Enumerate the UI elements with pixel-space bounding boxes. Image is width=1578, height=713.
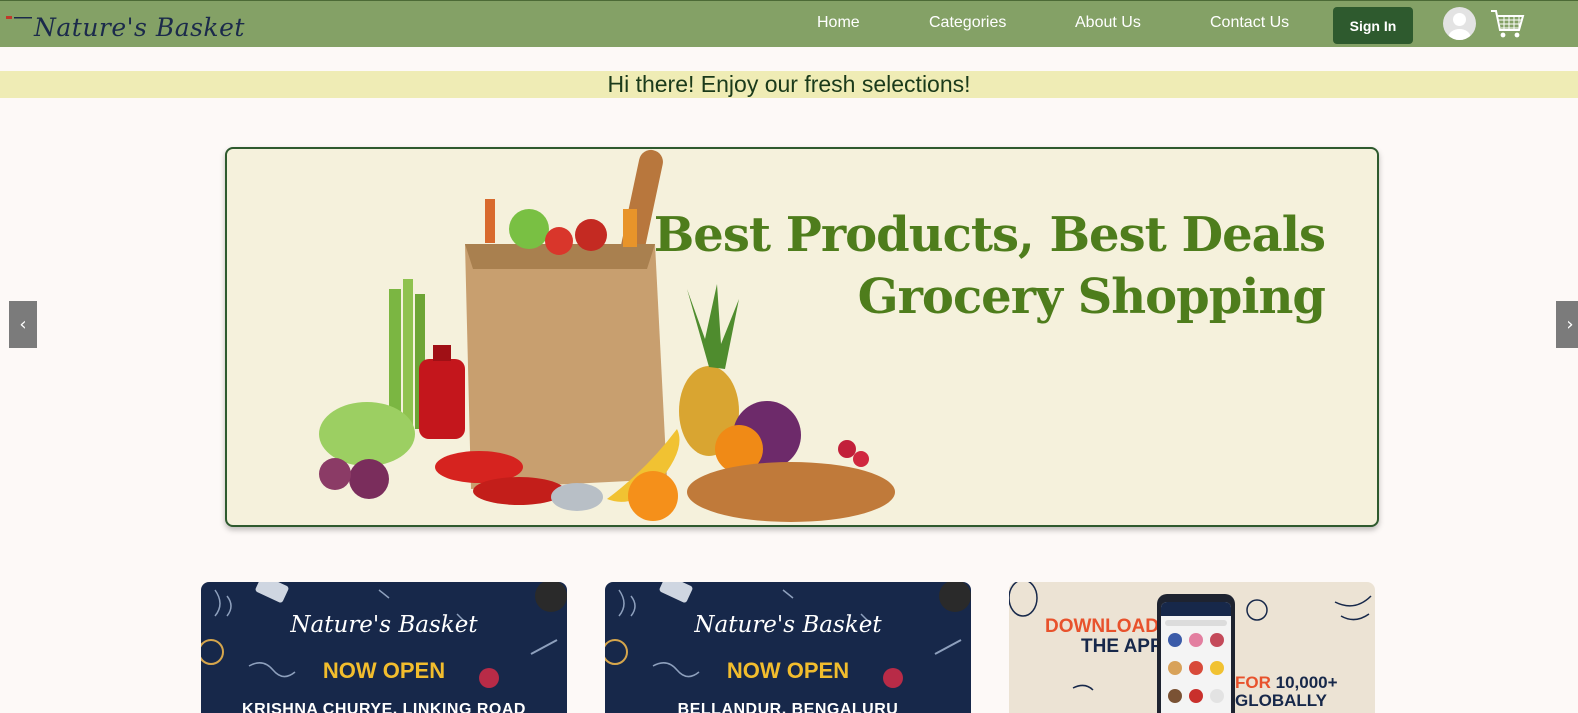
nav-link-categories[interactable]: Categories	[929, 14, 1006, 32]
download-tagline: FOR 10,000+ GLOBALLY	[1235, 674, 1338, 710]
promo-card-store-2[interactable]: Nature's Basket NOW OPEN BELLANDUR, BENG…	[605, 582, 971, 713]
carousel-slide: Best Products, Best Deals Grocery Shoppi…	[225, 147, 1379, 527]
carousel-prev-button[interactable]: ‹	[9, 301, 37, 348]
card-status: NOW OPEN	[726, 658, 850, 683]
promo-card-store-1[interactable]: Nature's Basket NOW OPEN KRISHNA CHURYE,…	[201, 582, 567, 713]
site-logo[interactable]: Nature's Basket	[4, 11, 244, 45]
app-screen-preview	[1161, 602, 1231, 703]
nav-link-about-us[interactable]: About Us	[1075, 14, 1141, 32]
download-tagline-count: 10,000+	[1275, 673, 1338, 692]
download-tagline-globally: GLOBALLY	[1235, 691, 1327, 710]
nav-link-contact-us[interactable]: Contact Us	[1210, 14, 1289, 32]
card-brand: Nature's Basket	[290, 612, 478, 638]
logo-mark-icon	[6, 16, 32, 19]
user-avatar-icon[interactable]	[1443, 7, 1476, 40]
card-location: KRISHNA CHURYE, LINKING ROAD	[242, 701, 526, 713]
promo-card-download-app[interactable]: DOWNLOAD THE APP FOR 10,000+ GLOBALLY	[1009, 582, 1375, 713]
slide-headline-line1: Best Products, Best Deals	[653, 207, 1326, 263]
food-doodles-decoration	[605, 582, 971, 688]
card-status: NOW OPEN	[322, 658, 446, 683]
carousel-next-button[interactable]: ›	[1556, 301, 1578, 348]
greeting-banner: Hi there! Enjoy our fresh selections!	[0, 71, 1578, 98]
nav-link-home[interactable]: Home	[817, 14, 860, 32]
slide-headline-line2: Grocery Shopping	[857, 269, 1326, 325]
card-location: BELLANDUR, BENGALURU	[677, 701, 899, 713]
sign-in-button[interactable]: Sign In	[1333, 7, 1413, 44]
download-subheading: THE APP	[1081, 636, 1163, 657]
navbar: Nature's Basket Home Categories About Us…	[0, 0, 1578, 47]
download-tagline-prefix: FOR	[1235, 673, 1271, 692]
logo-text: Nature's Basket	[34, 13, 245, 42]
card-brand: Nature's Basket	[694, 612, 882, 638]
shopping-cart-icon[interactable]	[1490, 8, 1526, 40]
download-heading: DOWNLOAD	[1045, 616, 1159, 637]
slide-headline: Best Products, Best Deals Grocery Shoppi…	[653, 204, 1326, 328]
phone-mockup	[1157, 594, 1235, 713]
food-doodles-decoration	[201, 582, 567, 688]
